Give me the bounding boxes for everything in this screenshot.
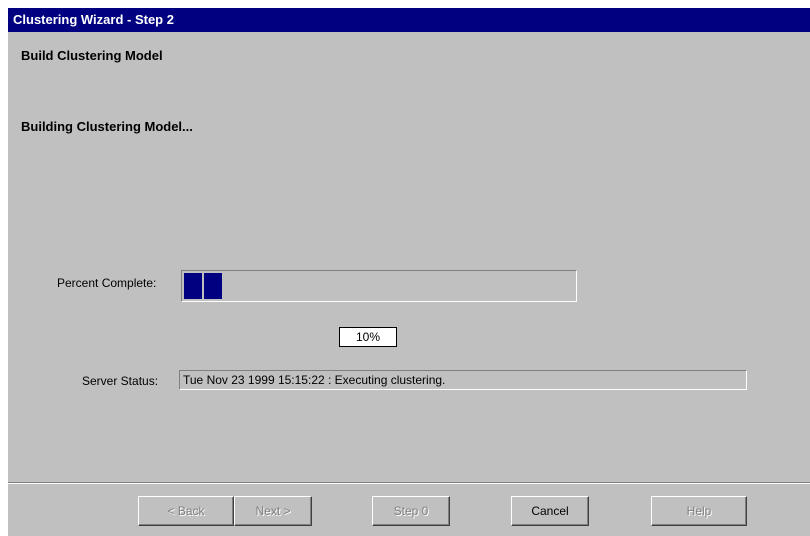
wizard-window: Clustering Wizard - Step 2 Build Cluster…	[8, 8, 810, 536]
percent-complete-label: Percent Complete:	[57, 276, 157, 290]
progress-block	[204, 273, 222, 299]
server-status-label: Server Status:	[82, 374, 159, 388]
next-button[interactable]: Next >	[234, 496, 312, 526]
window-title: Clustering Wizard - Step 2	[13, 12, 174, 27]
percent-text: 10%	[339, 327, 397, 347]
progress-bar	[181, 270, 577, 302]
server-status-field: Tue Nov 23 1999 15:15:22 : Executing clu…	[179, 370, 747, 390]
back-button[interactable]: < Back	[138, 496, 234, 526]
cancel-button[interactable]: Cancel	[511, 496, 589, 526]
button-divider	[8, 482, 810, 484]
help-button[interactable]: Help	[651, 496, 747, 526]
title-bar[interactable]: Clustering Wizard - Step 2	[8, 8, 810, 32]
progress-block	[184, 273, 202, 299]
progress-fill	[184, 273, 222, 299]
status-heading: Building Clustering Model...	[21, 119, 193, 134]
step0-button[interactable]: Step 0	[372, 496, 450, 526]
step-heading: Build Clustering Model	[21, 48, 163, 63]
